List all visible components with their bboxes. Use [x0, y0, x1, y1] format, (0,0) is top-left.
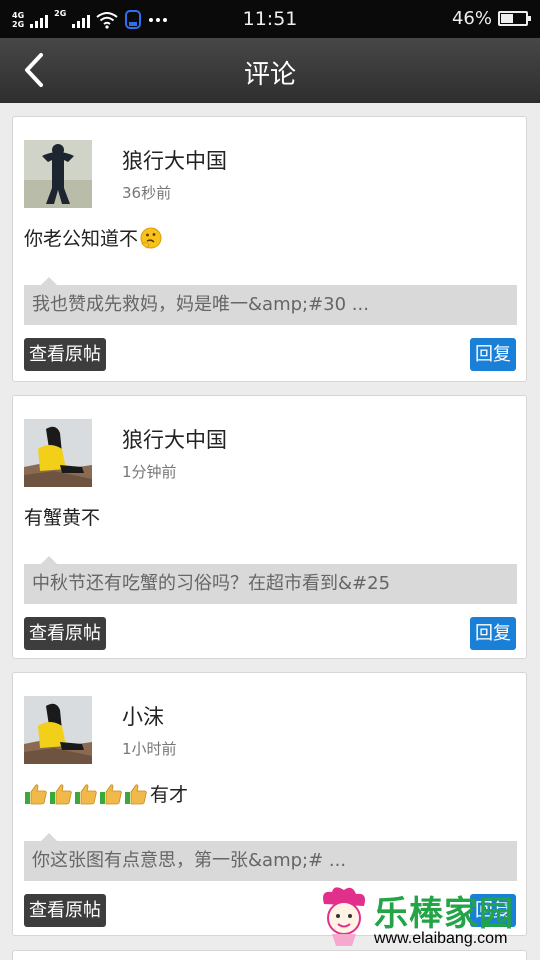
- view-original-button[interactable]: 查看原帖: [24, 617, 106, 650]
- quote-pointer: [41, 556, 57, 564]
- comment-card: 狼行大中国 36秒前 你老公知道不 我也赞成先救妈，妈是唯一&amp;#30 .…: [12, 116, 527, 382]
- comment-text: 有才: [150, 784, 189, 806]
- watermark-url: www.elaibang.com: [374, 930, 508, 947]
- reply-button[interactable]: 回复: [470, 617, 516, 650]
- thumbs-up-icon: [125, 783, 147, 804]
- thinking-emoji-icon: [140, 227, 162, 249]
- site-watermark: 乐棒家园 www.elaibang.com: [318, 884, 534, 954]
- comment-text-row: 有蟹黄不: [24, 503, 100, 530]
- avatar[interactable]: [24, 140, 92, 208]
- username[interactable]: 小沫: [122, 701, 164, 731]
- avatar[interactable]: [24, 419, 92, 487]
- watermark-mascot-logo: [323, 887, 365, 946]
- comment-time: 1分钟前: [122, 463, 177, 481]
- battery-percent: 46%: [451, 8, 492, 29]
- comment-text: 你老公知道不: [24, 228, 139, 250]
- page-title: 评论: [243, 60, 296, 90]
- reply-button[interactable]: 回复: [470, 338, 516, 371]
- comment-time: 1小时前: [122, 740, 177, 758]
- comment-text: 有蟹黄不: [24, 507, 101, 529]
- thumbs-up-icon: [50, 783, 72, 804]
- quoted-post[interactable]: 你这张图有点意思，第一张&amp;# ...: [24, 841, 517, 881]
- thumbs-up-icon: [75, 783, 97, 804]
- thumbs-up-icon: [100, 783, 122, 804]
- title-bar: 评论: [0, 38, 540, 103]
- thumbs-up-icon: [25, 783, 47, 804]
- view-original-button[interactable]: 查看原帖: [24, 894, 106, 927]
- battery-level: [501, 14, 513, 23]
- watermark-name: 乐棒家园: [374, 894, 514, 934]
- comment-time: 36秒前: [122, 184, 172, 202]
- view-original-button[interactable]: 查看原帖: [24, 338, 106, 371]
- quote-pointer: [41, 277, 57, 285]
- status-right: 46%: [451, 8, 531, 29]
- quoted-post[interactable]: 我也赞成先救妈，妈是唯一&amp;#30 ...: [24, 285, 517, 325]
- username[interactable]: 狼行大中国: [122, 145, 227, 175]
- comment-card: 狼行大中国 1分钟前 有蟹黄不 中秋节还有吃蟹的习俗吗？在超市看到&#25 查看…: [12, 395, 527, 659]
- avatar[interactable]: [24, 696, 92, 764]
- quoted-post[interactable]: 中秋节还有吃蟹的习俗吗？在超市看到&#25: [24, 564, 517, 604]
- comment-text-row: 有才: [24, 780, 188, 807]
- username[interactable]: 狼行大中国: [122, 424, 227, 454]
- status-bar: 4G 2G 2G 11:51 46%: [0, 0, 540, 38]
- battery-icon: [498, 11, 531, 26]
- quote-pointer: [41, 833, 57, 841]
- thumbs-up-emojis: [24, 782, 148, 806]
- comment-text-row: 你老公知道不: [24, 224, 163, 251]
